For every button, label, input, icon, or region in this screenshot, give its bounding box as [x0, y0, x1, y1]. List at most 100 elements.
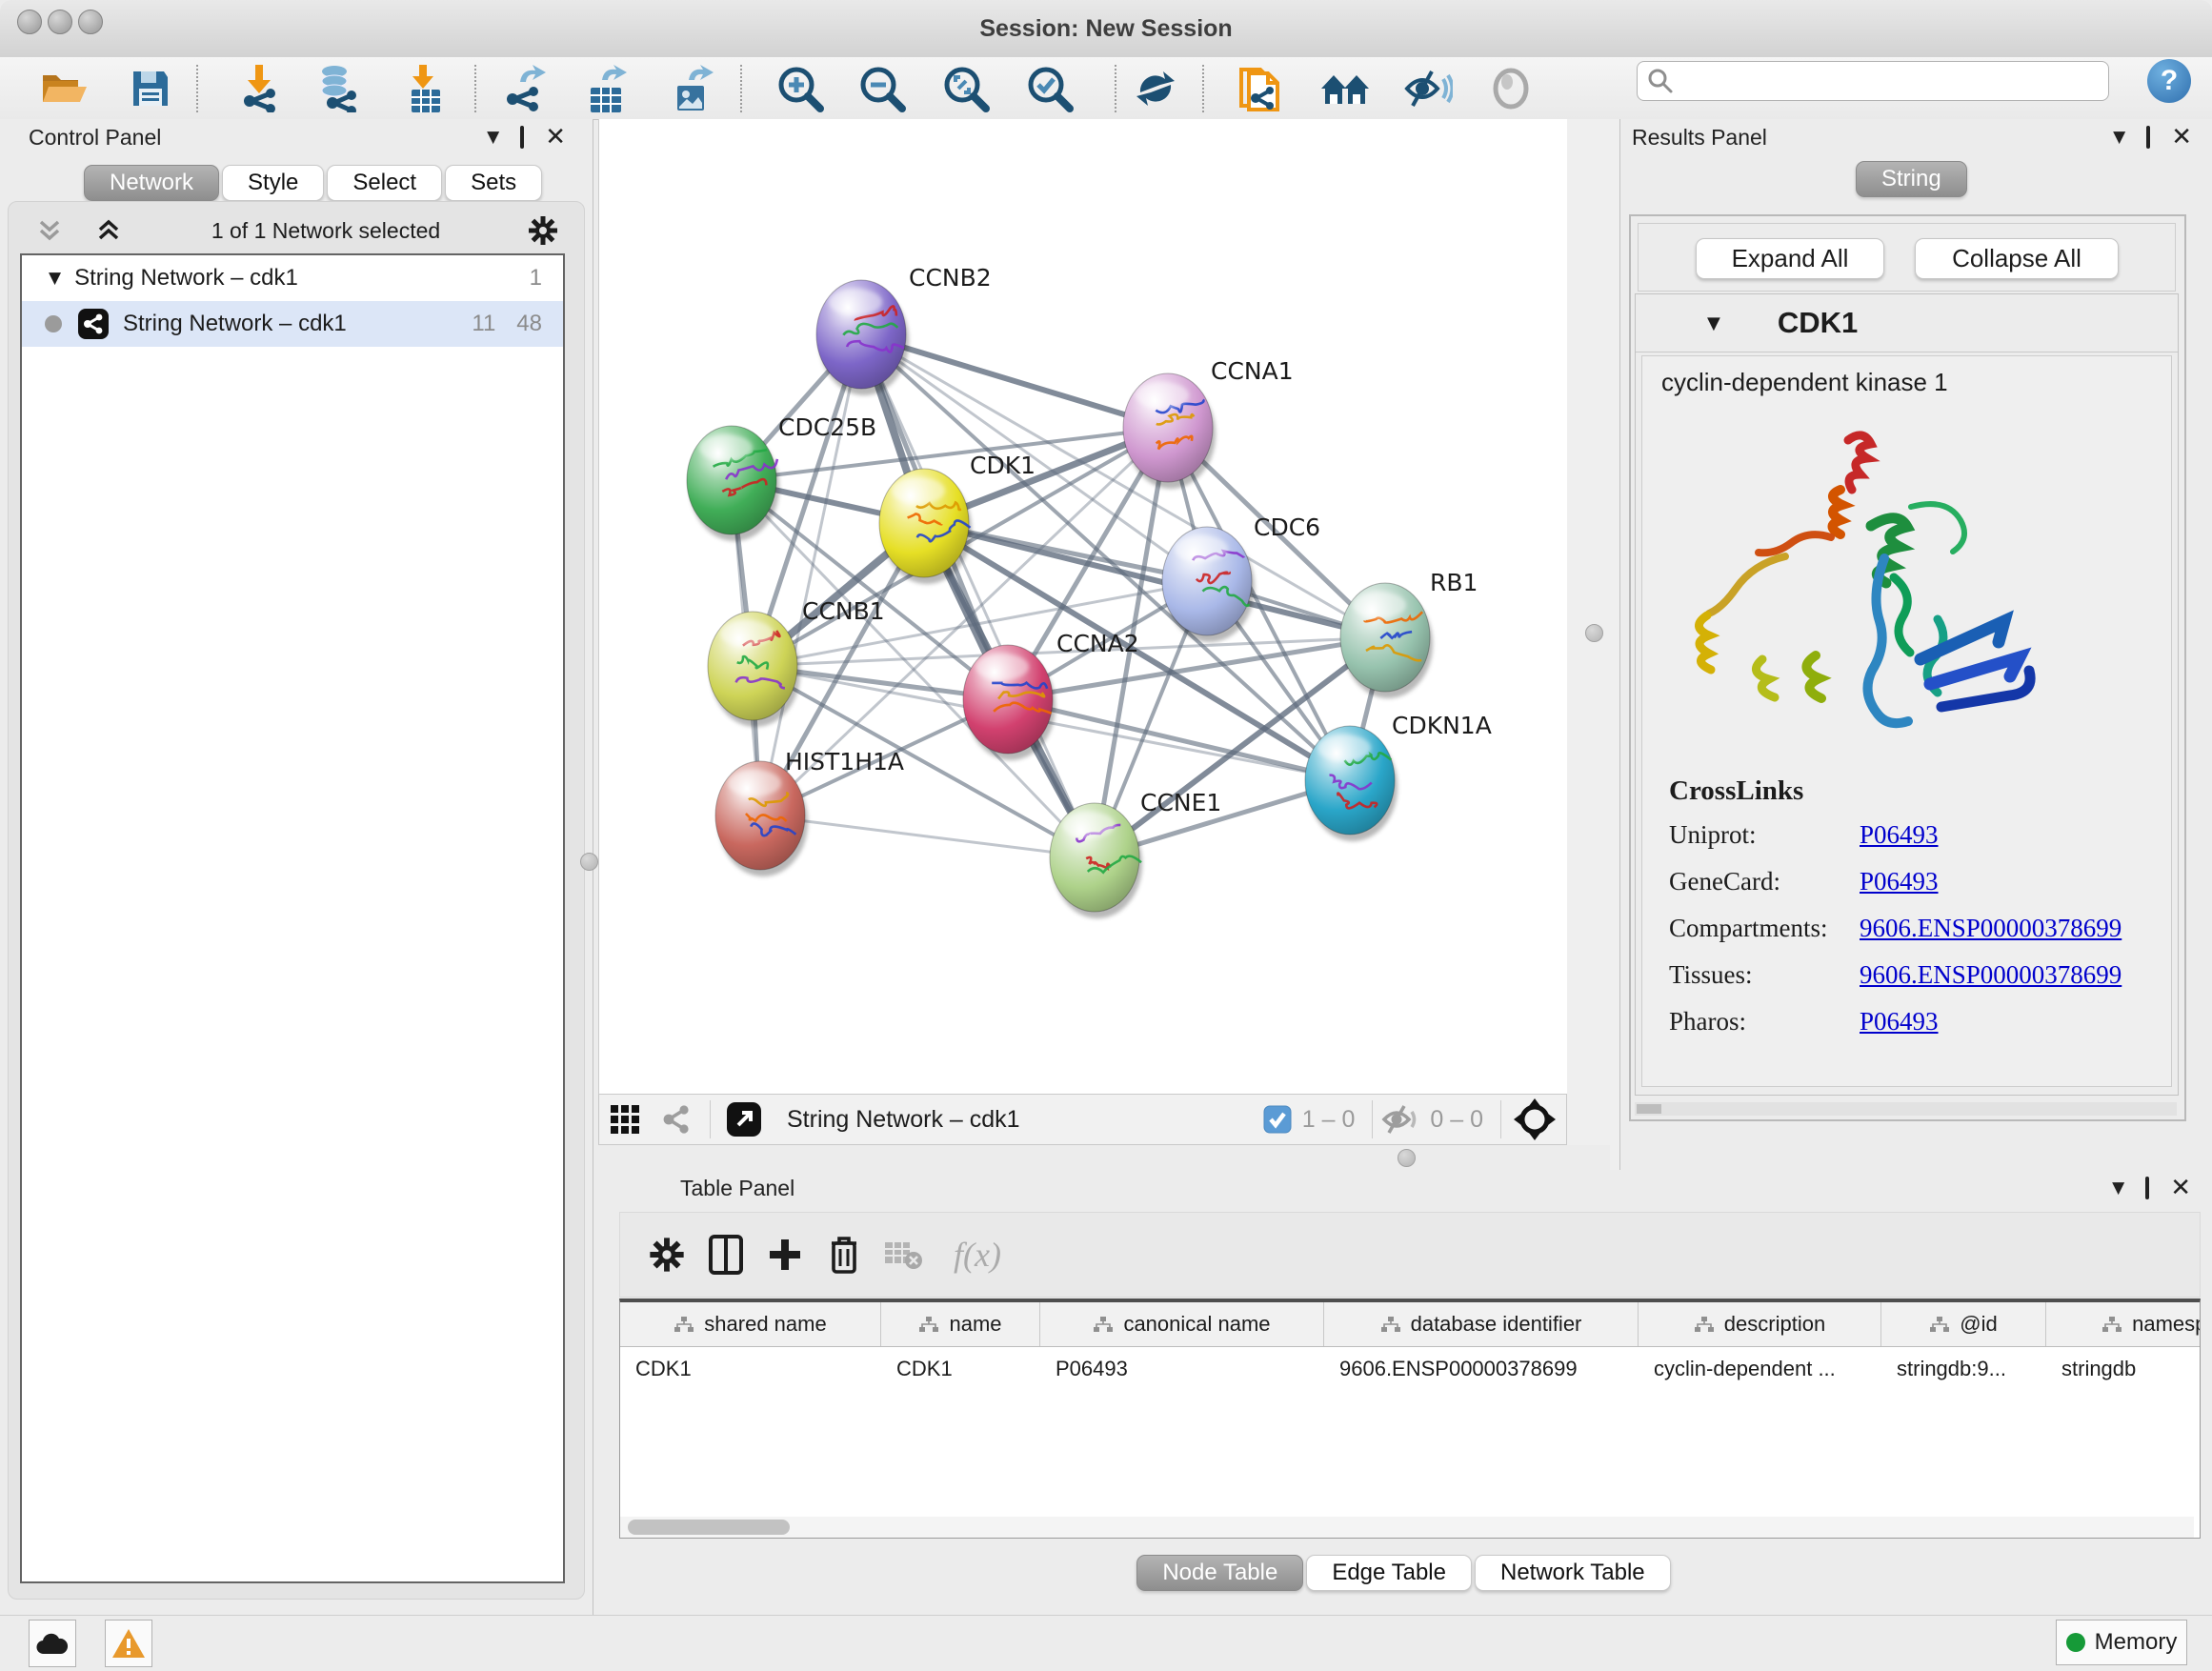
- gene-caret-icon[interactable]: ▼: [1707, 313, 1720, 333]
- open-network-in-window-icon[interactable]: [718, 1098, 770, 1140]
- tab-network-table[interactable]: Network Table: [1475, 1555, 1671, 1591]
- panel-close-icon[interactable]: ✕: [2170, 1176, 2191, 1200]
- zoom-in-button[interactable]: [772, 63, 829, 114]
- save-session-button[interactable]: [122, 63, 179, 114]
- column-header-name[interactable]: name: [881, 1302, 1040, 1347]
- collection-caret-icon[interactable]: ▼: [49, 269, 61, 288]
- network-node-CDKN1A[interactable]: CDKN1A: [1305, 712, 1492, 841]
- collapse-all-button[interactable]: Collapse All: [1915, 238, 2119, 279]
- network-tab-content: 1 of 1 Network selected ▼ String Network…: [8, 201, 585, 1600]
- tab-string[interactable]: String: [1856, 161, 1967, 197]
- splitter-collapse-handle[interactable]: [1585, 624, 1603, 642]
- gene-section-header[interactable]: ▼ CDK1: [1636, 294, 2178, 352]
- network-edge[interactable]: [760, 334, 861, 815]
- tab-select[interactable]: Select: [327, 165, 442, 201]
- left-splitter-collapse-handle[interactable]: [580, 853, 598, 871]
- add-column-icon[interactable]: [755, 1226, 814, 1283]
- panel-float-icon[interactable]: [2146, 130, 2150, 146]
- panel-float-icon[interactable]: [520, 130, 524, 146]
- export-network-button[interactable]: [496, 63, 553, 114]
- selected-nodes-checkbox[interactable]: [1262, 1104, 1293, 1135]
- network-canvas[interactable]: CCNB2CCNA1CDC25BCDK1CDC6RB1CCNB1CCNA2CDK…: [598, 119, 1568, 1094]
- delete-column-trash-icon[interactable]: [814, 1226, 874, 1283]
- splitter-collapse-handle[interactable]: [1398, 1149, 1416, 1167]
- warning-icon: [111, 1627, 147, 1660]
- tab-style[interactable]: Style: [222, 165, 324, 201]
- table-cell[interactable]: 9606.ENSP00000378699: [1324, 1347, 1639, 1392]
- crosslink-pharos-link[interactable]: P06493: [1860, 1007, 1939, 1037]
- table-cell[interactable]: stringdb:9...: [1881, 1347, 2046, 1392]
- table-settings-gear-icon[interactable]: [637, 1226, 696, 1283]
- node-label-CCNB1: CCNB1: [802, 597, 885, 625]
- import-database-button[interactable]: [309, 63, 366, 114]
- crosslink-genecard-link[interactable]: P06493: [1860, 867, 1939, 896]
- birds-eye-view-icon[interactable]: [599, 1098, 651, 1140]
- network-collection-row[interactable]: ▼ String Network – cdk1 1: [22, 255, 563, 301]
- fit-content-crosshair-icon[interactable]: [1509, 1098, 1560, 1140]
- zoom-out-button[interactable]: [854, 63, 911, 114]
- import-table-button[interactable]: [396, 63, 453, 114]
- collapse-all-networks-icon[interactable]: [20, 202, 79, 259]
- column-header-id[interactable]: @id: [1881, 1302, 2046, 1347]
- network-node-HIST1H1A[interactable]: HIST1H1A: [715, 748, 904, 876]
- results-horizontal-scrollbar[interactable]: [1635, 1102, 2177, 1116]
- network-options-gear-icon[interactable]: [513, 202, 573, 259]
- export-table-button[interactable]: [578, 63, 635, 114]
- network-share-icon[interactable]: [651, 1098, 702, 1140]
- horizontal-splitter[interactable]: [598, 1145, 1610, 1170]
- search-input[interactable]: [1674, 68, 2108, 94]
- zoom-fit-button[interactable]: [937, 63, 995, 114]
- apply-layout-button[interactable]: [1127, 63, 1184, 114]
- tab-edge-table[interactable]: Edge Table: [1306, 1555, 1472, 1591]
- memory-button[interactable]: Memory: [2056, 1620, 2187, 1665]
- column-header-shared-name[interactable]: shared name: [620, 1302, 881, 1347]
- string-import-button[interactable]: [1231, 63, 1288, 114]
- column-header-database-identifier[interactable]: database identifier: [1324, 1302, 1639, 1347]
- column-header-namespace[interactable]: namespace: [2046, 1302, 2202, 1347]
- vertical-splitter[interactable]: [1567, 119, 1619, 1170]
- panel-menu-icon[interactable]: ▼: [487, 130, 499, 146]
- import-network-button[interactable]: [230, 63, 287, 114]
- network-row[interactable]: String Network – cdk1 11 48: [22, 301, 563, 347]
- tab-sets[interactable]: Sets: [445, 165, 542, 201]
- panel-close-icon[interactable]: ✕: [2171, 125, 2192, 150]
- help-button[interactable]: ?: [2147, 59, 2191, 103]
- network-node-CDC6[interactable]: CDC6: [1162, 513, 1320, 642]
- warnings-button[interactable]: [105, 1620, 152, 1667]
- show-panel-button[interactable]: [1482, 63, 1539, 114]
- column-header-canonical-name[interactable]: canonical name: [1040, 1302, 1324, 1347]
- table-horizontal-scrollbar[interactable]: [620, 1517, 2194, 1538]
- panel-menu-icon[interactable]: ▼: [2112, 1180, 2124, 1197]
- table-cell[interactable]: CDK1: [881, 1347, 1040, 1392]
- show-columns-icon[interactable]: [696, 1226, 755, 1283]
- network-node-CCNE1[interactable]: CCNE1: [1050, 789, 1221, 918]
- panel-float-icon[interactable]: [2145, 1180, 2149, 1197]
- node-label-CDK1: CDK1: [970, 452, 1036, 479]
- panel-menu-icon[interactable]: ▼: [2113, 130, 2125, 146]
- tab-network[interactable]: Network: [84, 165, 219, 201]
- table-cell[interactable]: CDK1: [620, 1347, 881, 1392]
- network-edge[interactable]: [760, 815, 1095, 857]
- table-row[interactable]: CDK1CDK1P064939606.ENSP00000378699cyclin…: [620, 1347, 2201, 1392]
- export-table-icon: [585, 65, 629, 112]
- search-field[interactable]: [1637, 61, 2109, 101]
- export-image-button[interactable]: [663, 63, 720, 114]
- expand-all-networks-icon[interactable]: [79, 202, 138, 259]
- column-header-description[interactable]: description: [1639, 1302, 1881, 1347]
- hide-panel-button[interactable]: [1399, 63, 1457, 114]
- panel-close-icon[interactable]: ✕: [545, 125, 566, 150]
- table-cell[interactable]: cyclin-dependent ...: [1639, 1347, 1881, 1392]
- zoom-selected-button[interactable]: [1021, 63, 1078, 114]
- open-session-button[interactable]: [36, 63, 93, 114]
- crosslink-uniprot-link[interactable]: P06493: [1860, 820, 1939, 850]
- crosslink-compartments-link[interactable]: 9606.ENSP00000378699: [1860, 914, 2122, 943]
- network-node-RB1[interactable]: RB1: [1340, 569, 1478, 698]
- table-cell[interactable]: P06493: [1040, 1347, 1324, 1392]
- network-edge[interactable]: [861, 334, 1095, 857]
- expand-all-button[interactable]: Expand All: [1696, 238, 1884, 279]
- homes-button[interactable]: [1317, 63, 1374, 114]
- crosslink-tissues-link[interactable]: 9606.ENSP00000378699: [1860, 960, 2122, 990]
- cloud-button[interactable]: [29, 1620, 76, 1667]
- table-cell[interactable]: stringdb: [2046, 1347, 2202, 1392]
- tab-node-table[interactable]: Node Table: [1136, 1555, 1303, 1591]
